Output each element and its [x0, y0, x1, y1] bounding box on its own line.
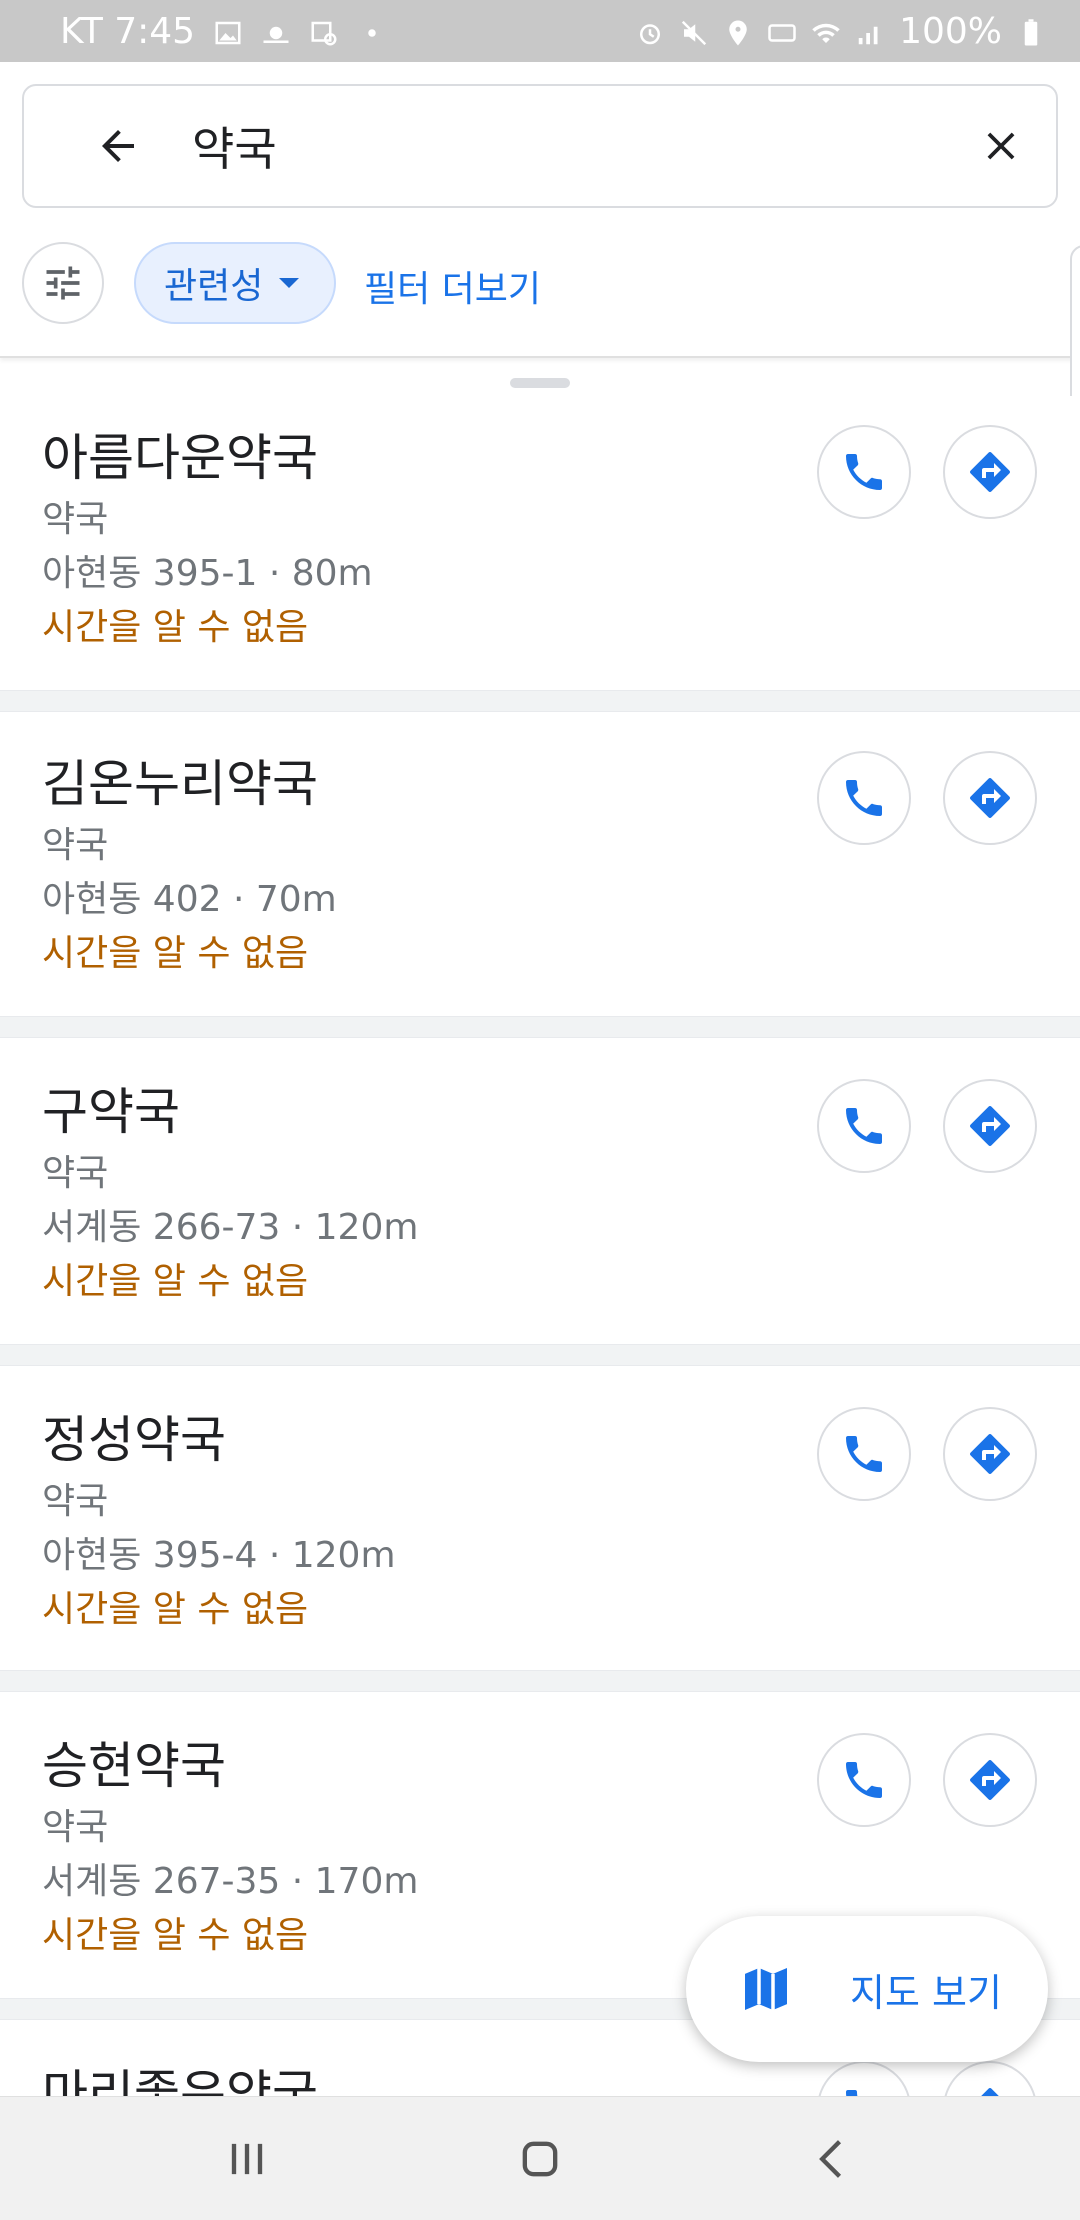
- chevron-left-icon: [819, 2139, 842, 2178]
- filter-bar: 관련성 필터 더보기: [0, 238, 1080, 358]
- alarm-icon: [635, 16, 665, 46]
- directions-icon: [970, 1760, 1010, 1800]
- directions-button[interactable]: [943, 425, 1037, 519]
- battery-percent: 100%: [899, 10, 1002, 52]
- view-map-label: 지도 보기: [850, 1970, 1002, 2015]
- divider: [0, 1670, 1080, 1692]
- call-button[interactable]: [817, 751, 911, 845]
- phone-icon: [846, 780, 882, 816]
- place-category: 약국: [42, 499, 109, 540]
- wifi-icon: [811, 16, 841, 46]
- battery-icon: [1016, 16, 1046, 46]
- more-filters-link[interactable]: 필터 더보기: [364, 260, 541, 312]
- result-item[interactable]: 구약국 약국 서계동 266-73 · 120m 시간을 알 수 없음: [0, 1040, 1080, 1342]
- directions-icon: [970, 1106, 1010, 1146]
- view-map-button[interactable]: 지도 보기: [686, 1916, 1048, 2062]
- carrier-time: KT 7:45: [60, 10, 196, 52]
- call-button[interactable]: [817, 1079, 911, 1173]
- directions-button[interactable]: [943, 2061, 1037, 2096]
- place-name: 마리좋은약국: [42, 2065, 318, 2096]
- tune-icon: [46, 266, 80, 300]
- search-bar: 약국: [22, 84, 1058, 208]
- directions-button[interactable]: [943, 1733, 1037, 1827]
- place-address: 아현동 395-1 · 80m: [42, 553, 373, 594]
- home-button[interactable]: [480, 2109, 600, 2209]
- divider: [0, 690, 1080, 712]
- place-hours: 시간을 알 수 없음: [42, 1589, 309, 1630]
- clear-search-button[interactable]: [946, 86, 1056, 206]
- place-category: 약국: [42, 1153, 109, 1194]
- phone-icon: [846, 1762, 882, 1798]
- place-category: 약국: [42, 1481, 109, 1522]
- place-name: 승현약국: [42, 1737, 226, 1795]
- directions-button[interactable]: [943, 1407, 1037, 1501]
- result-item[interactable]: 김온누리약국 약국 아현동 402 · 70m 시간을 알 수 없음: [0, 714, 1080, 1014]
- place-name: 정성약국: [42, 1411, 226, 1469]
- phone-icon: [846, 1108, 882, 1144]
- directions-icon: [970, 1434, 1010, 1474]
- arrow-back-icon: [102, 130, 134, 162]
- call-button[interactable]: [817, 425, 911, 519]
- relevance-chip-label: 관련성: [164, 266, 264, 307]
- screenshot-icon: [309, 16, 339, 46]
- dot-icon: [357, 16, 387, 46]
- place-name: 김온누리약국: [42, 755, 318, 813]
- phone-icon: [846, 1436, 882, 1472]
- drag-handle[interactable]: [510, 378, 570, 388]
- directions-button[interactable]: [943, 751, 1037, 845]
- place-name: 아름다운약국: [42, 429, 318, 487]
- system-back-button[interactable]: [773, 2109, 893, 2209]
- place-name: 구약국: [42, 1083, 180, 1141]
- back-button[interactable]: [68, 86, 168, 206]
- recent-apps-button[interactable]: [187, 2109, 307, 2209]
- call-button[interactable]: [817, 1407, 911, 1501]
- place-address: 아현동 402 · 70m: [42, 879, 337, 920]
- close-icon: [987, 132, 1015, 160]
- place-hours: 시간을 알 수 없음: [42, 1915, 309, 1956]
- divider: [0, 1016, 1080, 1038]
- place-hours: 시간을 알 수 없음: [42, 933, 309, 974]
- search-input[interactable]: 약국: [168, 113, 946, 179]
- place-hours: 시간을 알 수 없음: [42, 607, 309, 648]
- directions-button[interactable]: [943, 1079, 1037, 1173]
- directions-icon: [981, 2088, 999, 2096]
- system-nav-bar: [0, 2096, 1080, 2220]
- directions-icon: [970, 778, 1010, 818]
- phone-icon: [846, 454, 882, 490]
- place-hours: 시간을 알 수 없음: [42, 1261, 309, 1302]
- home-icon: [522, 2141, 558, 2176]
- map-icon: [745, 1968, 787, 2010]
- call-button[interactable]: [817, 2061, 911, 2096]
- filter-options-button[interactable]: [22, 242, 104, 324]
- phone-icon: [846, 2090, 858, 2096]
- location-icon: [723, 16, 753, 46]
- result-item[interactable]: 아름다운약국 약국 아현동 395-1 · 80m 시간을 알 수 없음: [0, 396, 1080, 688]
- mute-icon: [679, 16, 709, 46]
- place-category: 약국: [42, 1807, 109, 1848]
- recents-icon: [231, 2143, 262, 2174]
- place-address: 아현동 395-4 · 120m: [42, 1535, 396, 1576]
- divider: [0, 1344, 1080, 1366]
- status-bar: KT 7:45 100%: [0, 0, 1080, 62]
- weather-icon: [261, 16, 291, 46]
- call-button[interactable]: [817, 1733, 911, 1827]
- directions-icon: [970, 452, 1010, 492]
- relevance-chip[interactable]: 관련성: [134, 242, 336, 324]
- hd-icon: [767, 16, 797, 46]
- caret-down-icon: [279, 278, 300, 288]
- place-category: 약국: [42, 825, 109, 866]
- gallery-icon: [213, 16, 243, 46]
- place-address: 서계동 266-73 · 120m: [42, 1207, 419, 1248]
- signal-icon: [855, 16, 885, 46]
- place-address: 서계동 267-35 · 170m: [42, 1861, 419, 1902]
- result-item[interactable]: 정성약국 약국 아현동 395-4 · 120m 시간을 알 수 없음: [0, 1368, 1080, 1668]
